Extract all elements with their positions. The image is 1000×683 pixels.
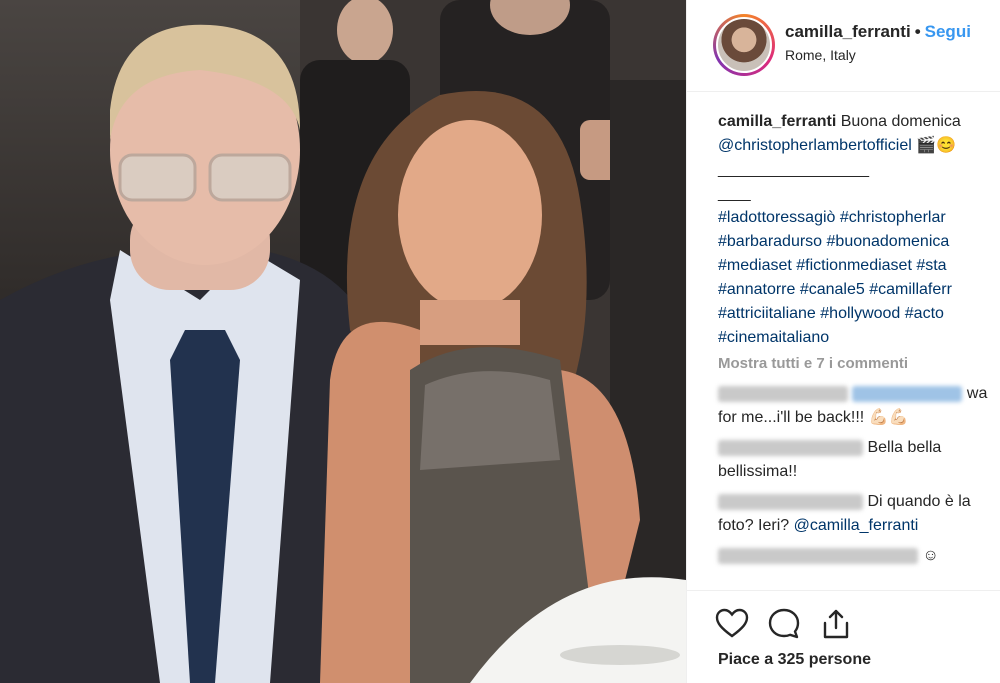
follow-button[interactable]: Segui — [925, 22, 971, 41]
comment-emoji: ☺ — [922, 547, 939, 564]
hashtag-line[interactable]: #cinemaitaliano — [718, 326, 1000, 350]
caption-divider: ___________________ — [718, 161, 869, 178]
hashtag-line[interactable]: #barbaradurso #buonadomenica — [718, 230, 1000, 254]
blurred-username — [718, 385, 848, 402]
caption-mention[interactable]: @christopherlambertofficiel — [718, 137, 912, 154]
comment-item: wa for me...i'll be back!!! 💪🏻💪🏻 — [718, 382, 1000, 430]
likes-count[interactable]: Piace a 325 persone — [718, 651, 871, 669]
comment-icon[interactable] — [767, 607, 801, 641]
comment-text: bellissima!! — [718, 463, 798, 480]
comment-text: foto? Ieri? — [718, 517, 790, 534]
post-details-panel: camilla_ferranti • Segui Rome, Italy camil… — [686, 0, 1000, 683]
separator-dot: • — [914, 22, 921, 41]
comment-item: Bella bella bellissima!! — [718, 436, 1000, 484]
photo-illustration — [0, 0, 686, 683]
comment-item: ☺ — [718, 544, 1000, 568]
comment-text: wa — [966, 385, 988, 402]
comment-emoji: 💪🏻💪🏻 — [868, 409, 909, 426]
comment-text: Di quando è la — [867, 493, 971, 510]
avatar[interactable] — [716, 17, 772, 73]
comments-section: camilla_ferranti Buona domenica @christo… — [718, 110, 1000, 568]
comment-mention[interactable]: @camilla_ferranti — [794, 517, 919, 534]
hashtag-line[interactable]: #ladottoressagiò #christopherlar — [718, 206, 1000, 230]
hashtag-line[interactable]: #mediaset #fictionmediaset #sta — [718, 254, 1000, 278]
blurred-username — [718, 493, 863, 510]
post-photo[interactable] — [0, 0, 686, 683]
caption-line-1: camilla_ferranti Buona domenica — [718, 110, 1000, 134]
caption-emoji: 🎬😊 — [916, 137, 957, 154]
username-link[interactable]: camilla_ferranti — [785, 22, 911, 41]
header-username-row: camilla_ferranti • Segui — [785, 22, 971, 42]
blurred-mention — [852, 385, 963, 402]
caption-divider-2: ____ — [718, 185, 751, 202]
share-icon[interactable] — [819, 607, 853, 641]
post-actions: Piace a 325 persone — [687, 590, 1000, 683]
hashtag-line[interactable]: #annatorre #canale5 #camillaferr — [718, 278, 1000, 302]
caption-username[interactable]: camilla_ferranti — [718, 113, 836, 130]
caption-text: Buona domenica — [840, 113, 961, 130]
location-link[interactable]: Rome, Italy — [785, 47, 856, 63]
caption-line-2: @christopherlambertofficiel 🎬😊 — [718, 134, 1000, 158]
avatar-story-ring[interactable] — [713, 14, 775, 76]
post-header: camilla_ferranti • Segui Rome, Italy — [687, 0, 1000, 92]
comment-text: for me...i'll be back!!! — [718, 409, 865, 426]
show-all-comments-link[interactable]: Mostra tutti e 7 i commenti — [718, 352, 1000, 376]
heart-icon[interactable] — [715, 607, 749, 641]
blurred-username — [718, 439, 863, 456]
comment-item: Di quando è la foto? Ieri? @camilla_ferr… — [718, 490, 1000, 538]
blurred-username — [718, 547, 918, 564]
hashtag-line[interactable]: #attriciitaliane #hollywood #acto — [718, 302, 1000, 326]
comment-text: Bella bella — [867, 439, 942, 456]
